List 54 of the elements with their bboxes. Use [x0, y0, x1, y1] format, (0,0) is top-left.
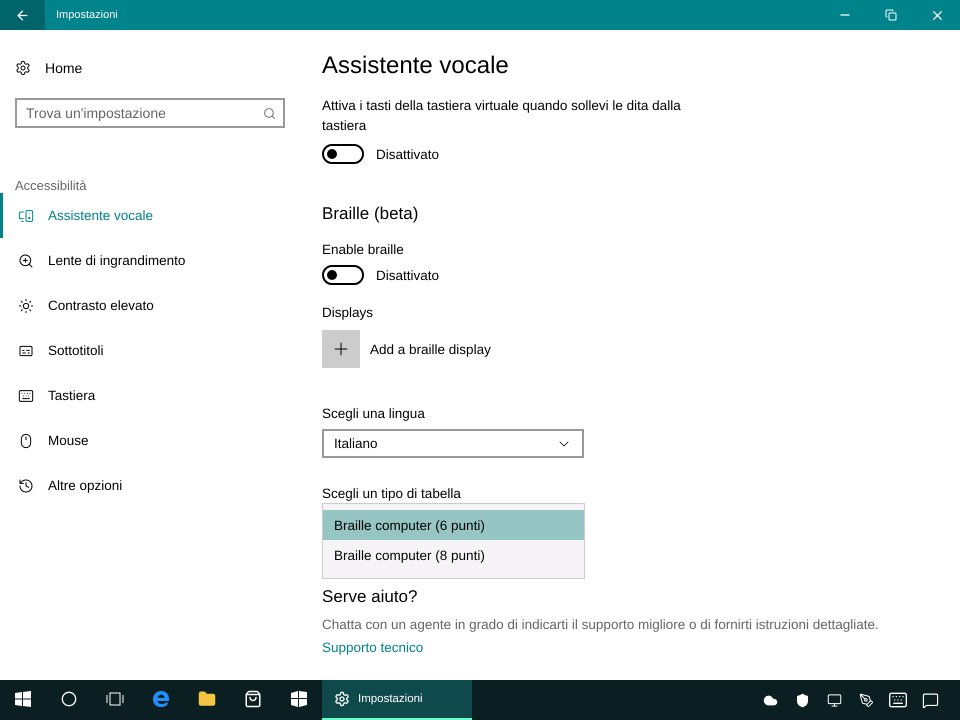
restore-icon: [885, 9, 897, 21]
windows-logo-icon: [15, 691, 31, 707]
edge-e-icon: [152, 690, 170, 708]
sidebar-item[interactable]: Tastiera: [0, 373, 300, 418]
cloud-icon: [762, 692, 778, 708]
keyboard-icon: [18, 388, 34, 404]
language-dropdown[interactable]: Italiano: [322, 429, 584, 458]
sidebar-item[interactable]: Sottotitoli: [0, 328, 300, 373]
sidebar-item[interactable]: Lente di ingrandimento: [0, 238, 300, 283]
home-nav-item[interactable]: Home: [0, 52, 300, 84]
sidebar-item[interactable]: Contrasto elevato: [0, 283, 300, 328]
folder-icon: [198, 690, 216, 708]
monitor-icon: [18, 208, 34, 224]
sun-icon: [18, 298, 34, 314]
tiles-icon: [290, 690, 308, 708]
section-heading: Braille (beta): [322, 204, 418, 224]
setting-label: Enable braille: [322, 242, 404, 257]
setting-label: Scegli una lingua: [322, 406, 425, 421]
gear-icon: [334, 691, 350, 707]
message-icon: [922, 692, 938, 708]
dropdown-option[interactable]: Braille computer (8 punti): [323, 540, 584, 570]
sidebar-item[interactable]: Mouse: [0, 418, 300, 463]
window-title: Impostazioni: [56, 9, 119, 21]
setting-label: Displays: [322, 305, 374, 320]
search-icon: [263, 107, 276, 120]
sidebar-item[interactable]: Assistente vocale: [0, 193, 300, 238]
toggle-switch[interactable]: [322, 265, 364, 285]
circle-icon: [61, 691, 77, 707]
monitor-icon: [826, 692, 842, 708]
zoom-icon: [18, 252, 34, 268]
keyboard-icon: [888, 690, 908, 710]
shield-icon: [794, 692, 810, 708]
toggle-switch[interactable]: [322, 144, 364, 164]
support-link[interactable]: Supporto tecnico: [322, 640, 424, 655]
pen-icon: [858, 692, 874, 708]
dropdown-option[interactable]: Braille computer (6 punti): [323, 510, 584, 540]
section-heading: Accessibilità: [14, 178, 88, 193]
settings-icon: [15, 60, 31, 76]
add-display-label: Add a braille display: [370, 342, 491, 356]
clock-arrow-icon: [18, 478, 34, 494]
shopping-bag-icon: [244, 690, 262, 708]
task-view-icon: [106, 692, 124, 706]
help-text: Chatta con un agente in grado di indicarti il supporto migliore o di fornirti istruzioni dettagliate.: [322, 617, 879, 632]
setting-label: Attiva i tasti della tastiera virtuale quando sollevi le dita dalla tastiera: [322, 97, 682, 135]
page-title: Assistente vocale: [322, 52, 509, 80]
setting-label: Scegli un tipo di tabella: [322, 486, 461, 501]
search-field[interactable]: Trova un'impostazione: [15, 98, 285, 128]
sidebar-item[interactable]: Altre opzioni: [0, 463, 300, 508]
toggle-state: Disattivato: [376, 268, 440, 282]
toggle-state: Disattivato: [376, 146, 440, 162]
taskbar-button[interactable]: Impostazioni: [322, 680, 472, 720]
section-heading: Serve aiuto?: [322, 587, 418, 607]
mouse-icon: [18, 432, 34, 448]
back-icon: [15, 8, 30, 22]
